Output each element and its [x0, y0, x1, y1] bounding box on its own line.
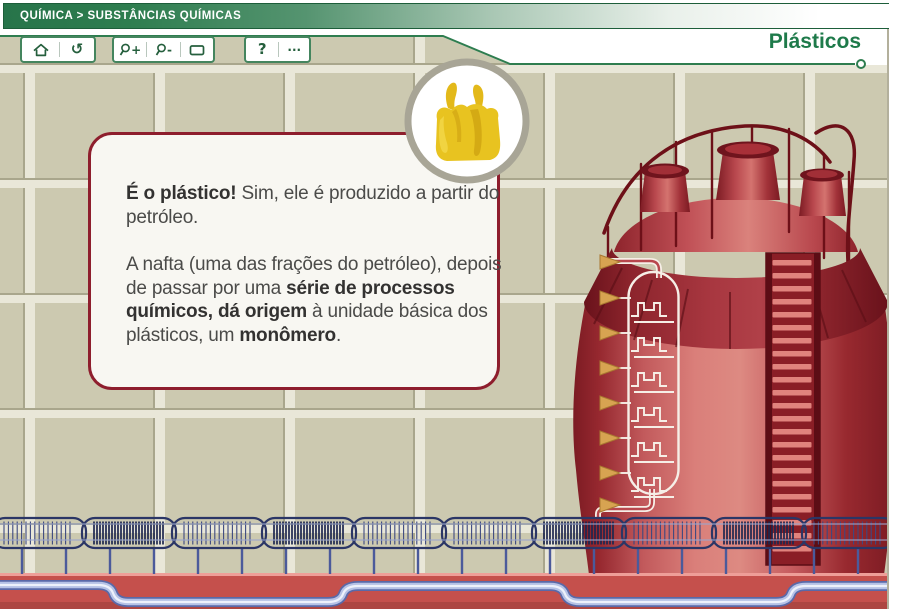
zoom-in-button[interactable]: +: [114, 38, 146, 61]
zoom-in-icon: [119, 43, 131, 57]
reactor-tank-illustration: [555, 115, 890, 575]
bag-circle-badge: [398, 52, 536, 190]
breadcrumb-bar: QUÍMICA > SUBSTÂNCIAS QUÍMICAS: [3, 3, 892, 29]
zoom-out-button[interactable]: -: [147, 38, 179, 61]
app-window: QUÍMICA > SUBSTÂNCIAS QUÍMICAS Plásticos…: [0, 0, 897, 609]
fullscreen-button[interactable]: [181, 38, 213, 61]
help-button[interactable]: ?: [246, 38, 278, 61]
home-button[interactable]: [22, 38, 59, 61]
toolbar-group-help: ? ···: [244, 36, 311, 63]
more-button[interactable]: ···: [279, 38, 309, 61]
ground-pipe: [0, 585, 889, 602]
toolbar-group-zoom: + -: [112, 36, 215, 63]
frame-edge: [887, 29, 889, 609]
pipeline-rack: [0, 510, 889, 609]
zoom-out-icon: [155, 43, 167, 57]
more-icon: ···: [287, 44, 301, 56]
right-margin: [889, 0, 897, 609]
refresh-icon: ↺: [71, 42, 84, 57]
page-title: Plásticos: [769, 30, 861, 54]
toolbar-group-nav: ↺: [20, 36, 96, 63]
refresh-button[interactable]: ↺: [60, 38, 94, 61]
help-icon: ?: [258, 42, 267, 57]
fullscreen-icon: [189, 43, 205, 57]
home-icon: [32, 42, 50, 58]
breadcrumb: QUÍMICA > SUBSTÂNCIAS QUÍMICAS: [4, 10, 241, 22]
